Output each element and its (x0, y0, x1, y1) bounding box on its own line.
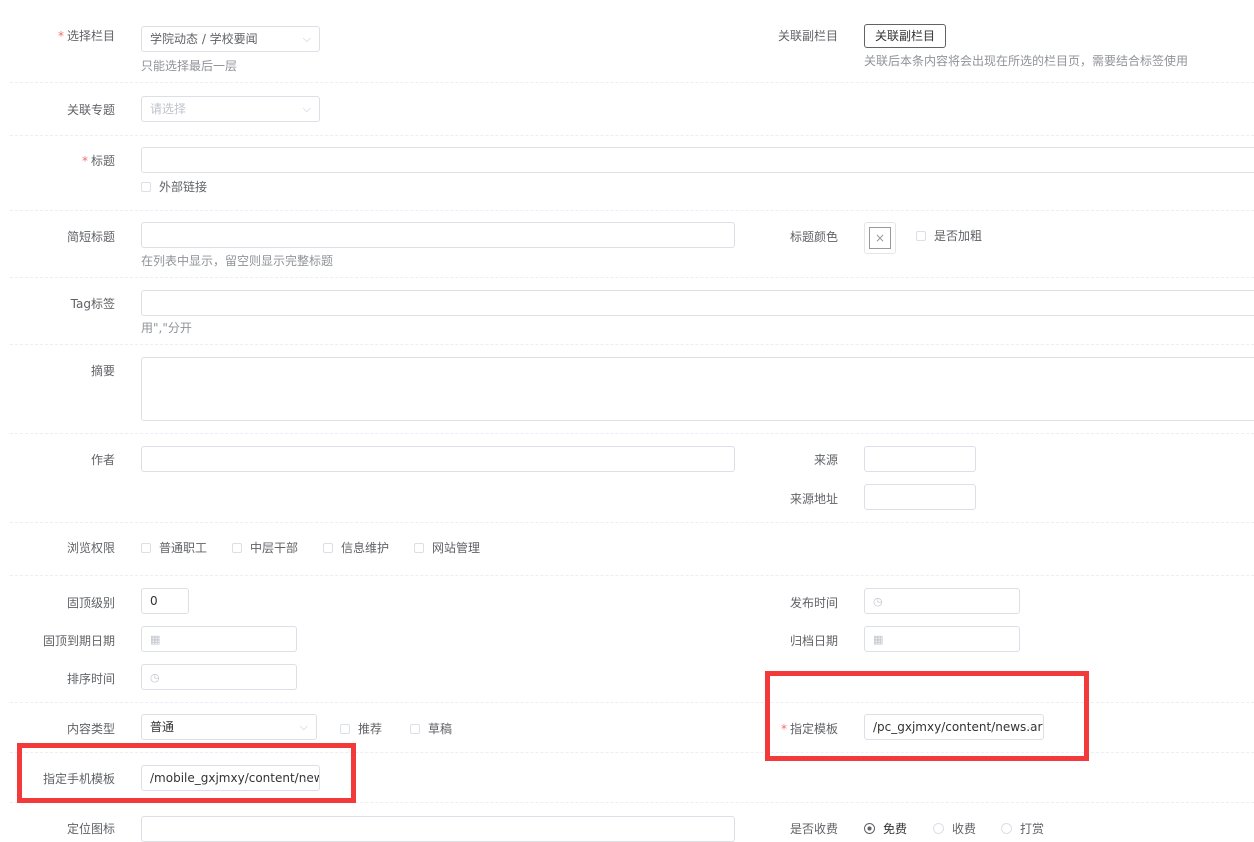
divider (10, 277, 1254, 278)
content-type-select[interactable]: 普通 ⌵ (141, 714, 317, 740)
top-level-input[interactable]: 0 (141, 588, 189, 614)
permission-checkbox[interactable]: 中层干部 (232, 539, 298, 556)
tags-hint: 用","分开 (141, 321, 192, 335)
calendar-icon: ▦ (873, 633, 884, 646)
charge-radio-paid[interactable]: 收费 (933, 820, 976, 837)
calendar-icon: ▦ (150, 633, 161, 646)
topic-label: 关联专题 (66, 103, 115, 117)
top-expire-label: 固顶到期日期 (42, 634, 115, 648)
permission-checkbox[interactable]: 普通职工 (141, 539, 207, 556)
bold-checkbox[interactable]: 是否加粗 (916, 227, 982, 244)
archive-date-picker[interactable]: ▦ (864, 626, 1020, 652)
divider (10, 210, 1254, 211)
title-input[interactable] (141, 147, 1254, 173)
top-expire-picker[interactable]: ▦ (141, 626, 297, 652)
author-input[interactable] (141, 446, 735, 472)
permissions-label: 浏览权限 (66, 541, 115, 555)
charge-radio-tip[interactable]: 打赏 (1001, 820, 1044, 837)
sub-column-label: 关联副栏目 (777, 29, 838, 43)
clock-icon: ◷ (150, 671, 160, 684)
clear-icon: × (869, 227, 891, 249)
publish-time-picker[interactable]: ◷ (864, 588, 1020, 614)
divider (10, 135, 1254, 136)
title-label: * 标题 (81, 154, 115, 168)
source-label: 来源 (813, 453, 838, 467)
archive-date-label: 归档日期 (789, 634, 838, 648)
recommend-checkbox[interactable]: 推荐 (340, 720, 382, 737)
summary-label: 摘要 (90, 364, 115, 378)
permission-checkbox[interactable]: 信息维护 (323, 539, 389, 556)
chevron-down-icon: ⌵ (302, 102, 311, 115)
title-color-picker[interactable]: × (864, 222, 896, 254)
sub-column-button[interactable]: 关联副栏目 (864, 24, 947, 48)
chevron-down-icon: ⌵ (302, 32, 311, 45)
sort-time-picker[interactable]: ◷ (141, 664, 297, 690)
short-title-input[interactable] (141, 222, 735, 248)
content-type-label: 内容类型 (66, 722, 115, 736)
source-url-input[interactable] (864, 484, 976, 510)
source-url-label: 来源地址 (789, 492, 838, 506)
short-title-label: 简短标题 (66, 230, 115, 244)
divider (10, 344, 1254, 345)
sub-column-hint: 关联后本条内容将会出现在所选的栏目页，需要结合标签使用 (864, 54, 1189, 68)
external-link-checkbox[interactable]: 外部链接 (141, 178, 207, 195)
tags-label: Tag标签 (70, 297, 115, 311)
locate-icon-label: 定位图标 (66, 822, 115, 836)
charge-label: 是否收费 (789, 822, 838, 836)
highlight-box-mobile-template (17, 743, 356, 803)
title-color-label: 标题颜色 (789, 230, 838, 244)
short-title-hint: 在列表中显示，留空则显示完整标题 (141, 254, 334, 268)
draft-checkbox[interactable]: 草稿 (410, 720, 452, 737)
column-label: * 选择栏目 (57, 29, 115, 43)
column-select[interactable]: 学院动态 / 学校要闻 ⌵ (141, 26, 320, 52)
divider (10, 433, 1254, 434)
locate-icon-input[interactable] (141, 816, 735, 842)
chevron-down-icon: ⌵ (299, 720, 308, 733)
source-input[interactable] (864, 446, 976, 472)
summary-textarea[interactable] (141, 357, 1254, 421)
top-level-label: 固顶级别 (66, 596, 115, 610)
highlight-box-template (765, 671, 1089, 761)
divider (10, 575, 1254, 576)
author-label: 作者 (90, 453, 115, 467)
publish-time-label: 发布时间 (789, 596, 838, 610)
tags-input[interactable] (141, 290, 1254, 316)
topic-select[interactable]: 请选择 ⌵ (141, 96, 320, 122)
clock-icon: ◷ (873, 595, 883, 608)
sort-time-label: 排序时间 (66, 672, 115, 686)
divider (10, 522, 1254, 523)
divider (10, 82, 1254, 83)
permission-checkbox[interactable]: 网站管理 (414, 539, 480, 556)
column-hint: 只能选择最后一层 (141, 59, 238, 73)
charge-radio-free[interactable]: 免费 (864, 820, 907, 837)
